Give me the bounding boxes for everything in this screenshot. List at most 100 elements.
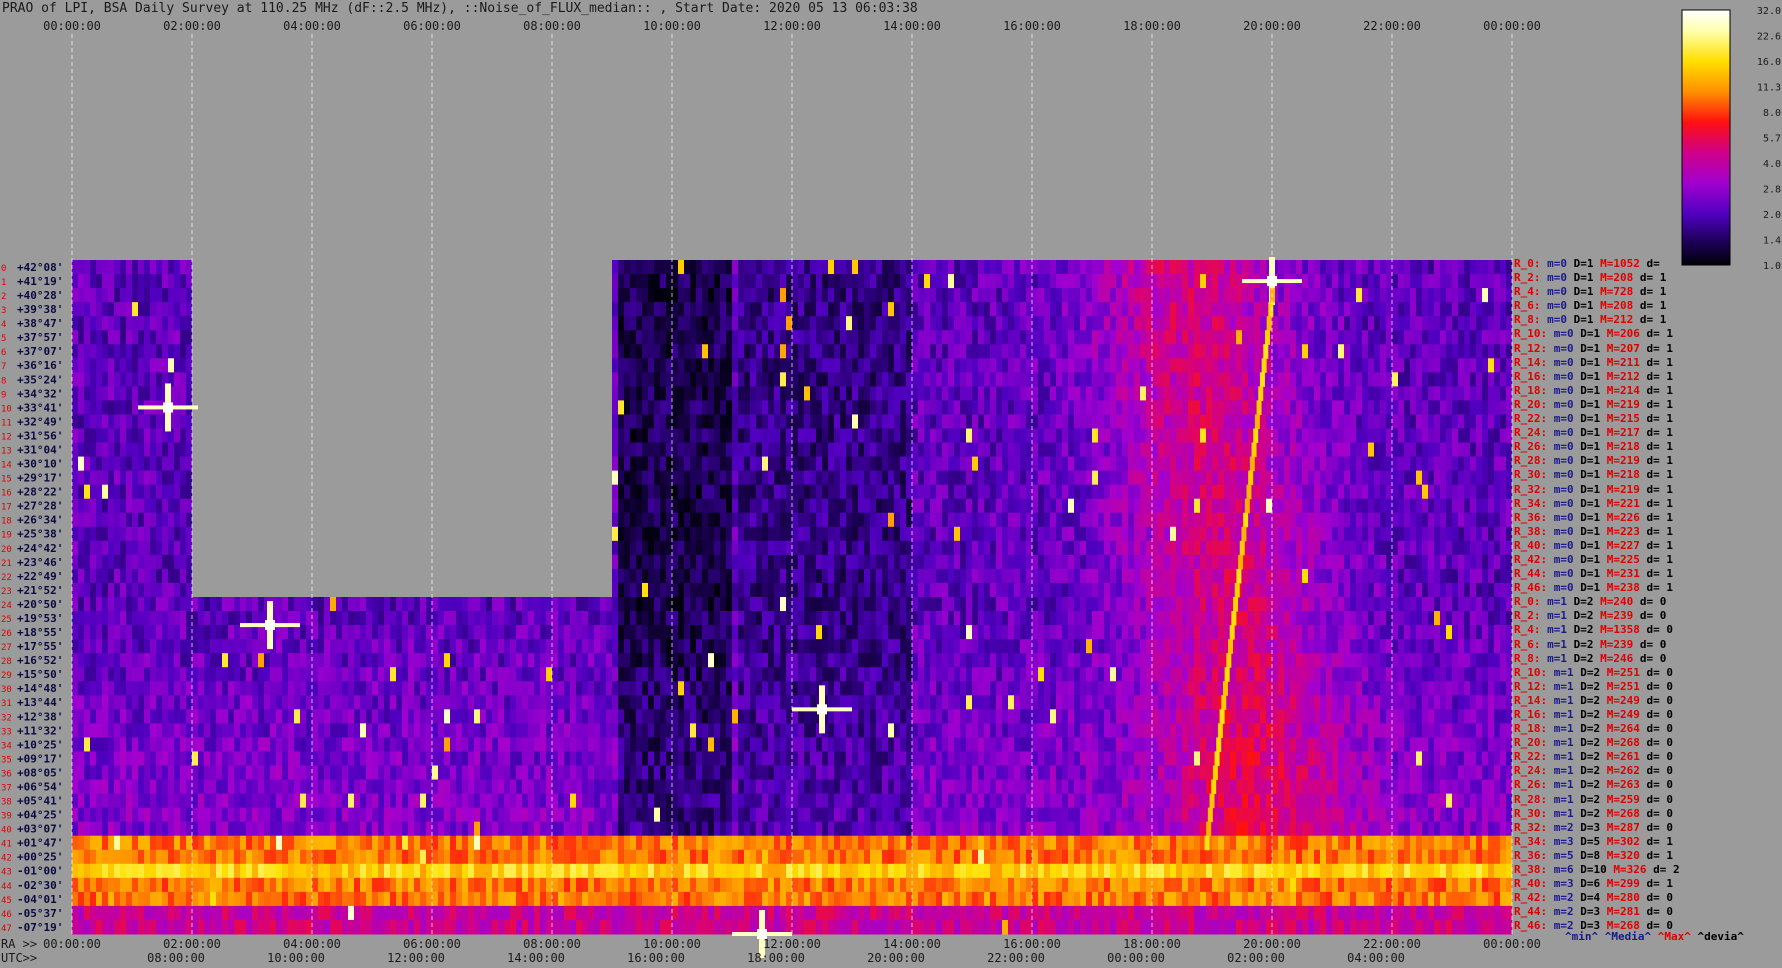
heatmap-cell bbox=[1074, 302, 1080, 317]
heatmap-cell bbox=[1368, 498, 1374, 514]
heatmap-cell bbox=[450, 611, 456, 626]
heatmap-cell bbox=[168, 344, 174, 359]
heatmap-cell bbox=[1206, 582, 1212, 598]
heatmap-cell bbox=[714, 554, 720, 570]
heatmap-cell bbox=[954, 625, 960, 640]
heatmap-cell bbox=[1200, 260, 1206, 275]
heatmap-cell bbox=[1248, 372, 1254, 387]
heatmap-cell bbox=[678, 260, 684, 275]
heatmap-cell bbox=[846, 639, 852, 654]
heatmap-cell bbox=[924, 540, 930, 556]
heatmap-cell bbox=[762, 260, 768, 275]
heatmap-cell bbox=[1140, 582, 1146, 598]
heatmap-cell bbox=[1098, 484, 1104, 500]
heatmap-cell bbox=[1356, 442, 1362, 458]
heatmap-cell bbox=[852, 639, 858, 654]
heatmap-cell bbox=[1314, 582, 1320, 598]
heatmap-cell bbox=[822, 260, 828, 275]
heatmap-cell bbox=[1488, 428, 1494, 444]
heatmap-cell bbox=[720, 625, 726, 640]
heatmap-cell bbox=[1044, 611, 1050, 626]
heatmap-cell bbox=[852, 372, 858, 387]
heatmap-cell bbox=[186, 498, 192, 514]
heatmap-cell bbox=[1116, 386, 1122, 401]
heatmap-cell bbox=[1320, 540, 1326, 556]
heatmap-cell bbox=[1104, 526, 1110, 542]
heatmap-cell bbox=[1032, 400, 1038, 415]
heatmap-cell bbox=[78, 316, 84, 331]
heatmap-cell bbox=[1266, 386, 1272, 401]
heatmap-cell bbox=[1140, 611, 1146, 626]
heatmap-cell bbox=[1278, 540, 1284, 556]
heatmap-cell bbox=[156, 512, 162, 528]
heatmap-cell bbox=[1122, 414, 1128, 429]
heatmap-cell bbox=[1332, 554, 1338, 570]
heatmap-cell bbox=[1014, 498, 1020, 514]
heatmap-cell bbox=[1374, 316, 1380, 331]
heatmap-cell bbox=[96, 498, 102, 514]
heatmap-cell bbox=[906, 358, 912, 373]
heatmap-cell bbox=[948, 372, 954, 387]
heatmap-cell bbox=[1104, 611, 1110, 626]
heatmap-cell bbox=[978, 540, 984, 556]
heatmap-cell bbox=[1110, 372, 1116, 387]
heatmap-cell bbox=[1026, 316, 1032, 331]
heatmap-cell bbox=[1386, 386, 1392, 401]
heatmap-cell bbox=[876, 597, 882, 612]
heatmap-cell bbox=[258, 639, 264, 654]
heatmap-cell bbox=[180, 498, 186, 514]
heatmap-cell bbox=[1320, 611, 1326, 626]
heatmap-cell bbox=[780, 456, 786, 472]
heatmap-cell bbox=[1176, 316, 1182, 331]
heatmap-cell bbox=[960, 470, 966, 486]
heatmap-cell bbox=[762, 288, 768, 303]
heatmap-cell bbox=[1470, 400, 1476, 415]
heatmap-cell bbox=[990, 597, 996, 612]
heatmap-cell bbox=[732, 302, 738, 317]
heatmap-cell bbox=[78, 358, 84, 373]
heatmap-cell bbox=[498, 625, 504, 640]
heatmap-cell bbox=[1416, 554, 1422, 570]
heatmap-cell bbox=[1398, 456, 1404, 472]
heatmap-cell bbox=[636, 456, 642, 472]
heatmap-cell bbox=[612, 526, 618, 542]
heatmap-cell bbox=[1272, 526, 1278, 542]
heatmap-cell bbox=[1416, 414, 1422, 429]
heatmap-cell bbox=[684, 498, 690, 514]
heatmap-cell bbox=[660, 400, 666, 415]
heatmap-cell bbox=[1146, 554, 1152, 570]
heatmap-cell bbox=[792, 428, 798, 444]
heatmap-cell bbox=[1338, 498, 1344, 514]
heatmap-cell bbox=[900, 372, 906, 387]
heatmap-cell bbox=[966, 414, 972, 429]
heatmap-cell bbox=[1488, 400, 1494, 415]
heatmap-cell bbox=[804, 288, 810, 303]
heatmap-cell bbox=[1188, 330, 1194, 345]
heatmap-cell bbox=[132, 456, 138, 472]
heatmap-cell bbox=[1368, 582, 1374, 598]
heatmap-cell bbox=[1410, 611, 1416, 626]
heatmap-cell bbox=[1320, 274, 1326, 289]
heatmap-cell bbox=[1260, 554, 1266, 570]
heatmap-cell bbox=[1404, 625, 1410, 640]
heatmap-cell bbox=[936, 442, 942, 458]
heatmap-cell bbox=[894, 456, 900, 472]
heatmap-cell bbox=[1164, 484, 1170, 500]
heatmap-cell bbox=[174, 358, 180, 373]
heatmap-cell bbox=[414, 611, 420, 626]
heatmap-cell bbox=[1170, 597, 1176, 612]
heatmap-cell bbox=[84, 512, 90, 528]
heatmap-cell bbox=[882, 400, 888, 415]
heatmap-cell bbox=[882, 526, 888, 542]
heatmap-cell bbox=[1392, 316, 1398, 331]
heatmap-cell bbox=[882, 568, 888, 584]
heatmap-cell bbox=[162, 330, 168, 345]
heatmap-cell bbox=[1374, 358, 1380, 373]
heatmap-cell bbox=[1428, 260, 1434, 275]
heatmap-cell bbox=[1260, 442, 1266, 458]
heatmap-cell bbox=[162, 316, 168, 331]
heatmap-cell bbox=[1434, 302, 1440, 317]
heatmap-cell bbox=[708, 428, 714, 444]
heatmap-cell bbox=[936, 512, 942, 528]
heatmap-cell bbox=[786, 470, 792, 486]
